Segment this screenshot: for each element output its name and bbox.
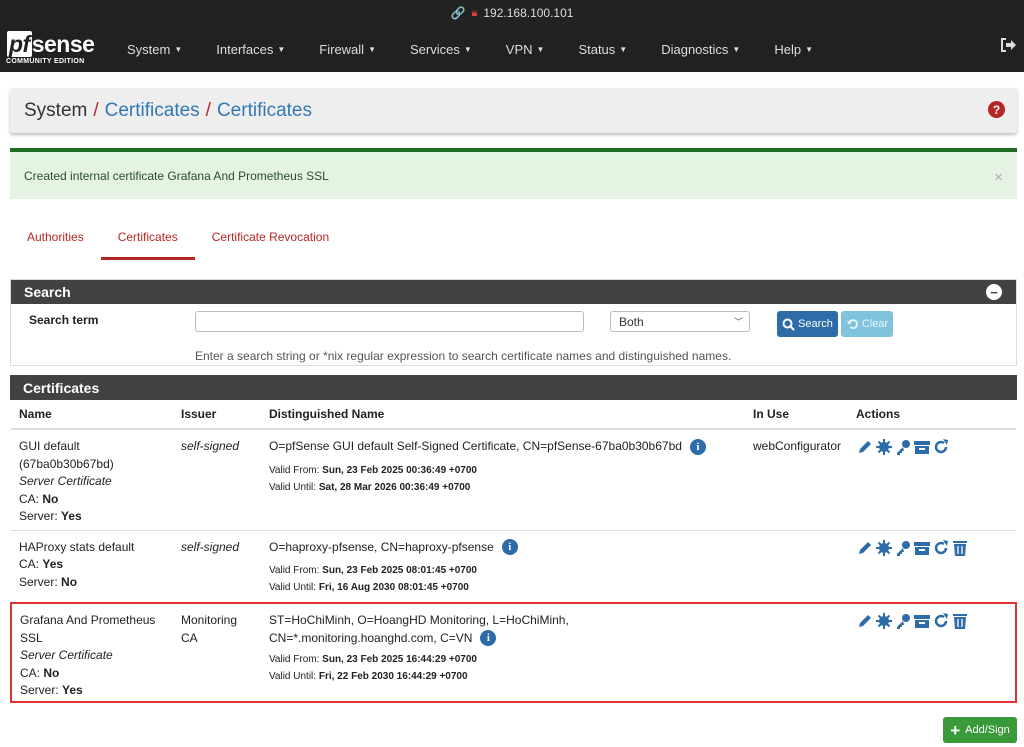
cert-actions-cell xyxy=(848,602,1017,703)
edit-pencil-icon[interactable] xyxy=(856,438,874,456)
link-icon: 🔗 xyxy=(450,6,466,20)
info-icon[interactable]: i xyxy=(501,539,518,556)
cert-name-cell: GUI default (67ba0b30b67bd) Server Certi… xyxy=(11,429,173,531)
cert-issuer-cell: self-signed xyxy=(173,429,261,531)
undo-icon xyxy=(846,318,858,329)
caret-down-icon: ▼ xyxy=(463,44,472,54)
nav-interfaces[interactable]: Interfaces ▼ xyxy=(199,26,302,72)
edition-label: COMMUNITY EDITION xyxy=(6,58,85,65)
delete-trash-icon[interactable] xyxy=(951,612,969,630)
info-icon[interactable]: i xyxy=(480,630,497,647)
export-certificate-icon[interactable] xyxy=(875,438,893,456)
nav-help[interactable]: Help ▼ xyxy=(757,26,830,72)
export-p12-archive-icon[interactable] xyxy=(913,438,931,456)
plus-icon: + xyxy=(950,720,961,740)
edit-pencil-icon[interactable] xyxy=(856,612,874,630)
pfsense-logo[interactable]: pfsense COMMUNITY EDITION xyxy=(0,26,110,72)
cert-issuer-cell: self-signed xyxy=(173,530,261,604)
nav-diagnostics[interactable]: Diagnostics ▼ xyxy=(644,26,757,72)
renew-icon[interactable] xyxy=(932,438,950,456)
export-certificate-icon[interactable] xyxy=(875,539,893,557)
alert-message: Created internal certificate Grafana And… xyxy=(24,168,329,183)
cert-in-use-cell xyxy=(745,530,848,604)
export-certificate-icon[interactable] xyxy=(875,612,893,630)
tab-certificate-revocation[interactable]: Certificate Revocation xyxy=(195,224,346,260)
logout-icon[interactable] xyxy=(1000,38,1016,56)
certificates-panel-title: Certificates xyxy=(10,375,1017,400)
caret-down-icon: ▼ xyxy=(732,44,741,54)
breadcrumb-separator: / xyxy=(93,99,99,121)
col-in-use: In Use xyxy=(745,400,848,430)
nav-services[interactable]: Services ▼ xyxy=(393,26,489,72)
nav-system[interactable]: System ▼ xyxy=(110,26,199,72)
search-panel-title: Search xyxy=(11,280,1016,304)
tab-certificates[interactable]: Certificates xyxy=(100,224,195,260)
insecure-lock-icon: 🔒︎ xyxy=(471,6,478,19)
success-alert: Created internal certificate Grafana And… xyxy=(10,148,1017,199)
breadcrumb: System / Certificates / Certificates ? xyxy=(10,88,1017,133)
edit-pencil-icon[interactable] xyxy=(856,539,874,557)
breadcrumb-separator: / xyxy=(205,99,211,121)
cert-dn-cell: O=pfSense GUI default Self-Signed Certif… xyxy=(261,429,745,531)
top-navbar: pfsense COMMUNITY EDITION System ▼ Interf… xyxy=(0,26,1024,72)
cert-dn-cell: O=haproxy-pfsense, CN=haproxy-pfsense i V… xyxy=(261,530,745,604)
export-key-icon[interactable] xyxy=(894,438,912,456)
breadcrumb-certificates-link[interactable]: Certificates xyxy=(105,100,200,122)
cert-issuer-cell: Monitoring CA xyxy=(173,602,261,703)
cert-actions-cell xyxy=(848,429,1016,531)
add-sign-button[interactable]: + Add/Sign xyxy=(943,717,1017,743)
search-panel: Search − Search term Both ﹀ Search Clear… xyxy=(10,279,1017,366)
breadcrumb-certificates-current[interactable]: Certificates xyxy=(217,100,312,122)
cert-in-use-cell: webConfigurator xyxy=(745,429,848,531)
cert-name-cell: HAProxy stats default CA: Yes Server: No xyxy=(11,530,173,604)
table-row: GUI default (67ba0b30b67bd) Server Certi… xyxy=(11,429,1016,531)
caret-down-icon: ▼ xyxy=(368,44,376,54)
breadcrumb-system: System xyxy=(24,99,88,121)
cert-actions-cell xyxy=(848,530,1016,604)
url-text: 192.168.100.101 xyxy=(483,6,574,20)
col-actions: Actions xyxy=(848,400,1016,430)
help-icon[interactable]: ? xyxy=(988,101,1005,118)
search-help-text: Enter a search string or *nix regular ex… xyxy=(195,349,732,363)
info-icon[interactable]: i xyxy=(689,438,706,455)
export-p12-archive-icon[interactable] xyxy=(913,539,931,557)
table-row: HAProxy stats default CA: Yes Server: No… xyxy=(11,530,1016,604)
export-key-icon[interactable] xyxy=(894,539,912,557)
clear-button[interactable]: Clear xyxy=(841,311,893,337)
cert-in-use-cell xyxy=(745,602,848,703)
address-bar[interactable]: 🔗 🔒︎ 192.168.100.101 xyxy=(0,0,1024,26)
search-term-label: Search term xyxy=(29,313,99,327)
search-button[interactable]: Search xyxy=(777,311,838,337)
nav-status[interactable]: Status ▼ xyxy=(561,26,644,72)
search-input[interactable] xyxy=(195,311,584,332)
nav-vpn[interactable]: VPN ▼ xyxy=(489,26,562,72)
certificates-panel: Certificates Name Issuer Distinguished N… xyxy=(10,375,1017,711)
caret-down-icon: ▼ xyxy=(277,44,286,54)
collapse-icon[interactable]: − xyxy=(986,284,1002,300)
certificates-table: Name Issuer Distinguished Name In Use Ac… xyxy=(10,400,1017,703)
col-issuer: Issuer xyxy=(173,400,261,430)
search-icon xyxy=(782,318,795,331)
cert-name-cell: Grafana And Prometheus SSL Server Certif… xyxy=(10,602,173,703)
export-p12-archive-icon[interactable] xyxy=(913,612,931,630)
table-row-highlighted: Grafana And Prometheus SSL Server Certif… xyxy=(10,602,1017,703)
delete-trash-icon[interactable] xyxy=(951,539,969,557)
export-key-icon[interactable] xyxy=(894,612,912,630)
close-icon[interactable]: × xyxy=(994,169,1003,186)
search-scope-select[interactable]: Both ﹀ xyxy=(610,311,750,332)
renew-icon[interactable] xyxy=(932,539,950,557)
tab-authorities[interactable]: Authorities xyxy=(10,224,101,260)
caret-down-icon: ▼ xyxy=(536,44,545,54)
col-name: Name xyxy=(11,400,173,430)
caret-down-icon: ▼ xyxy=(619,44,628,54)
col-distinguished-name: Distinguished Name xyxy=(261,400,745,430)
renew-icon[interactable] xyxy=(932,612,950,630)
nav-firewall[interactable]: Firewall ▼ xyxy=(302,26,393,72)
cert-dn-cell: ST=HoChiMinh, O=HoangHD Monitoring, L=Ho… xyxy=(261,602,745,703)
caret-down-icon: ▼ xyxy=(174,44,183,54)
tab-bar: Authorities Certificates Certificate Rev… xyxy=(10,224,346,260)
caret-down-icon: ▼ xyxy=(805,44,814,54)
chevron-down-icon: ﹀ xyxy=(733,317,743,327)
